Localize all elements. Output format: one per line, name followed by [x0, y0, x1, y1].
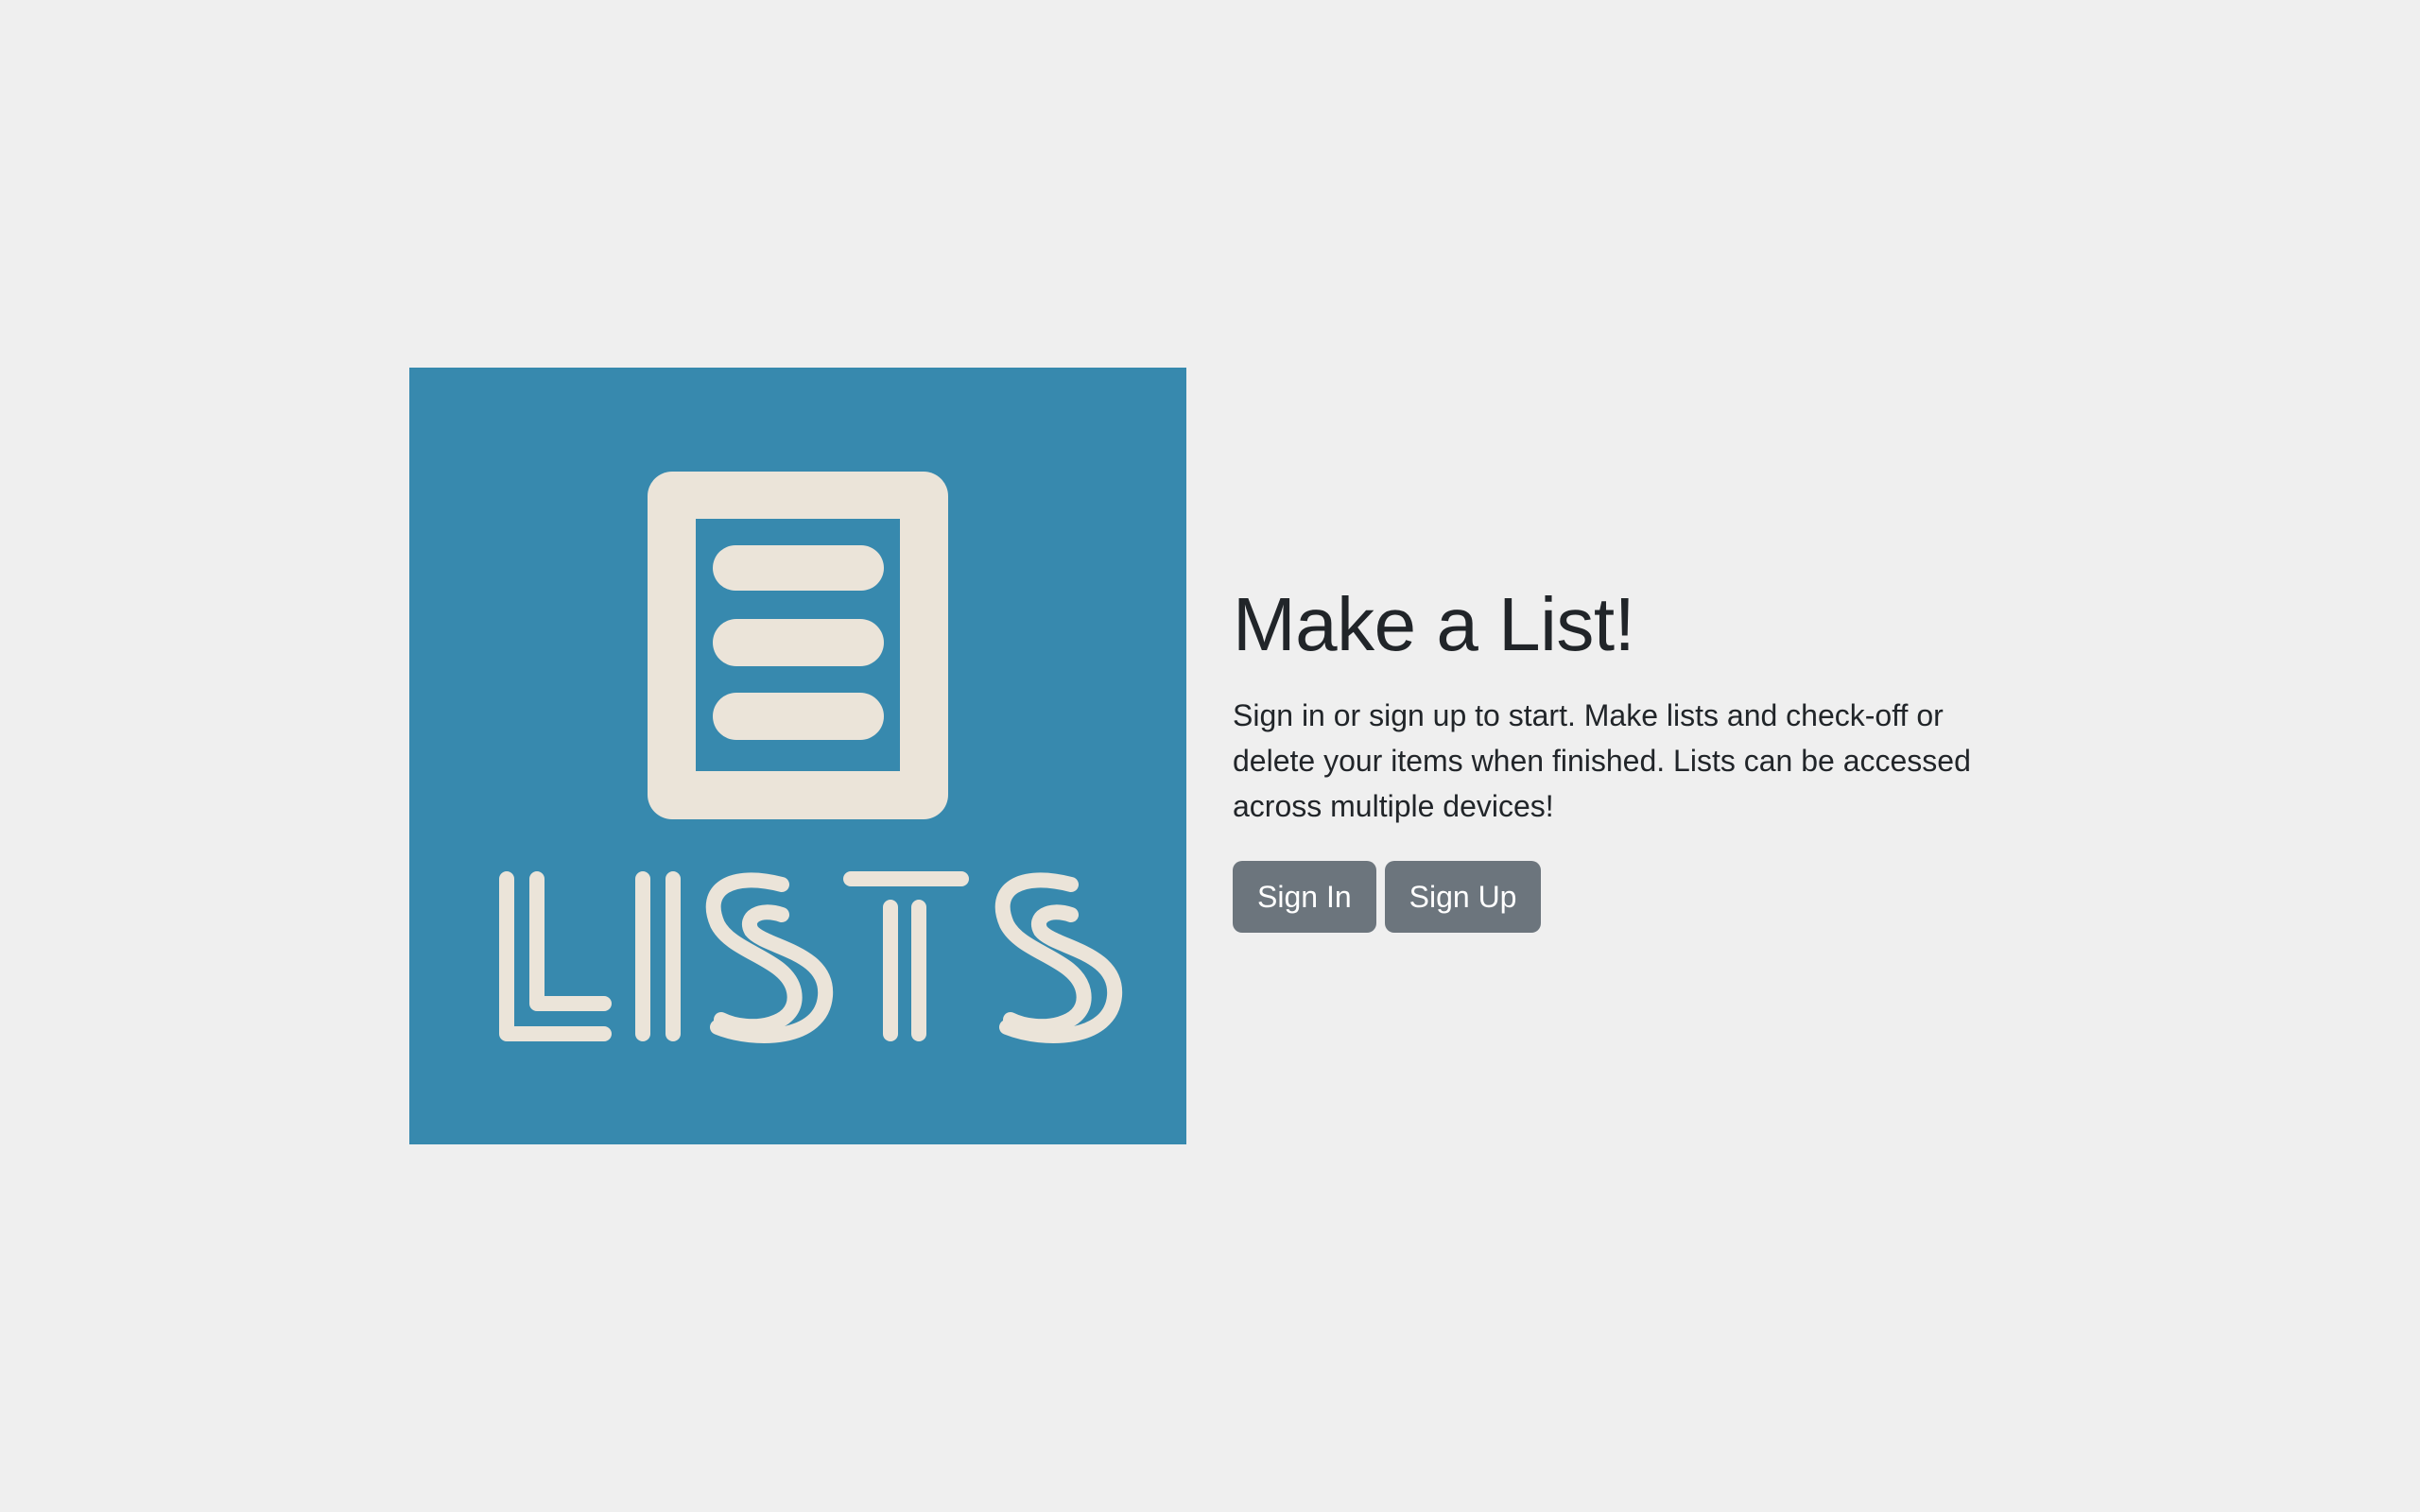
page-title: Make a List! — [1233, 582, 1635, 666]
hero-content: Make a List! Sign in or sign up to start… — [1233, 579, 2008, 933]
auth-buttons: Sign In Sign Up — [1233, 861, 2008, 933]
list-document-icon — [648, 472, 948, 819]
sign-in-button[interactable]: Sign In — [1233, 861, 1376, 933]
hero-section: Make a List! Sign in or sign up to start… — [409, 368, 2008, 1144]
lists-logo — [409, 368, 1186, 1144]
page-description: Sign in or sign up to start. Make lists … — [1233, 698, 1971, 823]
sign-up-button[interactable]: Sign Up — [1384, 861, 1542, 933]
